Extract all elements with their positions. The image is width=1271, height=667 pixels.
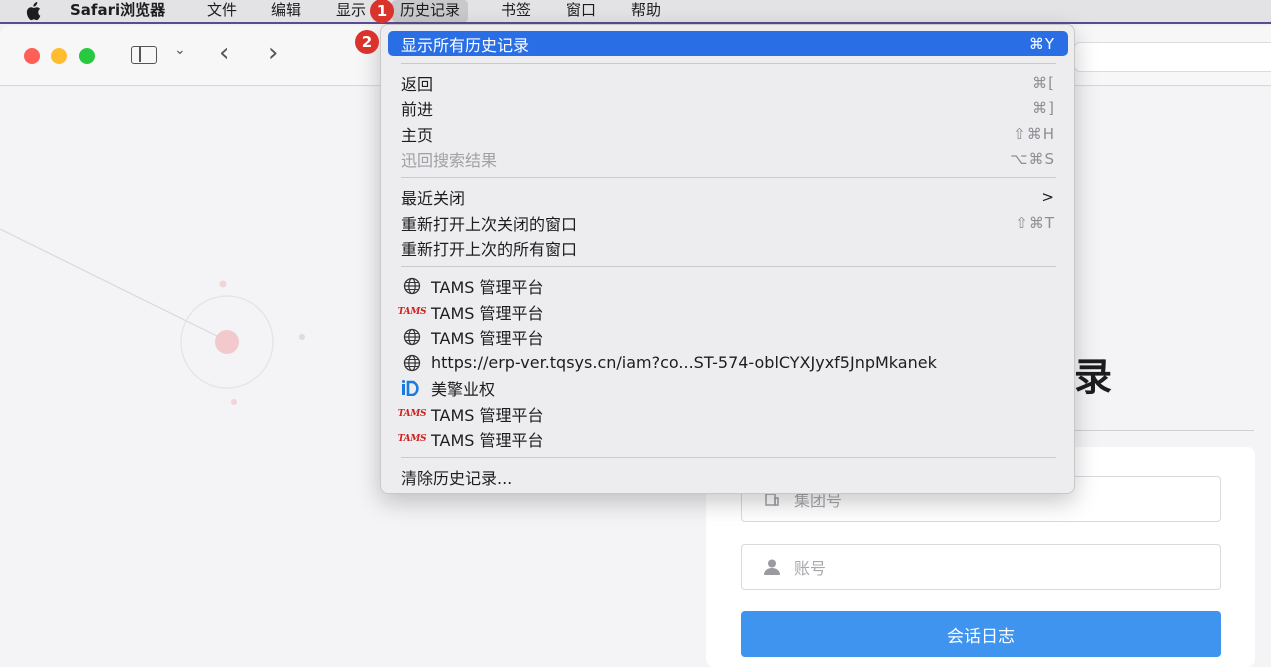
close-window-button[interactable] bbox=[24, 48, 40, 64]
menu-item-reopen-all[interactable]: 重新打开上次的所有窗口 bbox=[388, 235, 1068, 260]
forward-arrow-icon[interactable]: › bbox=[268, 38, 278, 68]
menu-item-clear-history[interactable]: 清除历史记录... bbox=[388, 464, 1068, 489]
menu-item-label: 前进 bbox=[401, 99, 434, 119]
history-entry[interactable]: TAMS TAMS 管理平台 bbox=[388, 401, 1068, 426]
globe-icon bbox=[401, 277, 423, 295]
menu-item-snapback: 迅回搜索结果 ⌥⌘S bbox=[388, 146, 1068, 171]
menu-item-label: 返回 bbox=[401, 74, 434, 94]
history-menu: 显示所有历史记录 ⌘Y 返回 ⌘[ 前进 ⌘] 主页 ⇧⌘H 迅回搜索结果 ⌥⌘… bbox=[380, 24, 1075, 494]
menu-edit[interactable]: 编辑 bbox=[263, 0, 309, 22]
menu-history[interactable]: 历史记录 bbox=[392, 0, 469, 22]
menu-item-recently-closed[interactable]: 最近关闭 > bbox=[388, 184, 1068, 209]
shortcut-label: ⇧⌘T bbox=[1015, 213, 1055, 232]
chevron-down-icon[interactable]: ⌄ bbox=[174, 42, 186, 58]
menu-separator bbox=[401, 457, 1056, 458]
history-entry[interactable]: https://erp-ver.tqsys.cn/iam?co...ST-574… bbox=[388, 350, 1068, 375]
history-entry-label: TAMS 管理平台 bbox=[431, 303, 544, 323]
menu-item-label: 清除历史记录... bbox=[401, 468, 513, 488]
menu-item-home[interactable]: 主页 ⇧⌘H bbox=[388, 121, 1068, 146]
history-entry-label: TAMS 管理平台 bbox=[431, 328, 544, 348]
menu-separator bbox=[401, 63, 1056, 64]
apple-menu-icon[interactable] bbox=[24, 1, 42, 21]
step-badge-1: 1 bbox=[370, 0, 394, 23]
title-divider bbox=[1074, 430, 1254, 431]
step-badge-2: 2 bbox=[355, 30, 379, 54]
user-icon bbox=[762, 558, 782, 576]
menu-window[interactable]: 窗口 bbox=[558, 0, 604, 22]
zoom-window-button[interactable] bbox=[79, 48, 95, 64]
history-entry[interactable]: TAMS 管理平台 bbox=[388, 273, 1068, 298]
globe-icon bbox=[401, 328, 423, 346]
menu-item-reopen-last-closed[interactable]: 重新打开上次关闭的窗口 ⇧⌘T bbox=[388, 210, 1068, 235]
account-field[interactable]: 账号 bbox=[741, 544, 1221, 590]
tams-logo-icon: TAMS bbox=[397, 433, 427, 444]
menu-item-show-all-history[interactable]: 显示所有历史记录 ⌘Y bbox=[388, 31, 1068, 56]
history-entry[interactable]: TAMS 管理平台 bbox=[388, 324, 1068, 349]
menu-separator bbox=[401, 266, 1056, 267]
history-entry[interactable]: 美擎业权 bbox=[388, 375, 1068, 400]
back-arrow-icon[interactable]: ‹ bbox=[219, 38, 229, 68]
menu-view[interactable]: 显示 bbox=[328, 0, 374, 22]
shortcut-label: ⌘] bbox=[1032, 98, 1055, 117]
sidebar-toggle-icon[interactable] bbox=[131, 46, 157, 64]
menu-item-label: 重新打开上次关闭的窗口 bbox=[401, 214, 578, 234]
menu-item-label: 主页 bbox=[401, 125, 434, 145]
history-entry-label: TAMS 管理平台 bbox=[431, 405, 544, 425]
menu-safari[interactable]: Safari浏览器 bbox=[62, 0, 173, 22]
history-entry[interactable]: TAMS TAMS 管理平台 bbox=[388, 299, 1068, 324]
menu-item-label: 重新打开上次的所有窗口 bbox=[401, 239, 578, 259]
history-entry-label: TAMS 管理平台 bbox=[431, 277, 544, 297]
login-submit-button[interactable]: 会话日志 bbox=[741, 611, 1221, 657]
shortcut-label: ⌘[ bbox=[1032, 73, 1055, 92]
account-placeholder: 账号 bbox=[794, 559, 827, 578]
login-title: 录 bbox=[1074, 355, 1113, 399]
menu-separator bbox=[401, 177, 1056, 178]
shortcut-label: ⌥⌘S bbox=[1010, 149, 1055, 168]
history-entry-label: 美擎业权 bbox=[431, 379, 496, 399]
menu-file[interactable]: 文件 bbox=[199, 0, 245, 22]
menu-item-label: 显示所有历史记录 bbox=[401, 35, 530, 55]
tams-logo-icon: TAMS bbox=[397, 306, 427, 317]
history-entry-label: https://erp-ver.tqsys.cn/iam?co...ST-574… bbox=[431, 353, 937, 372]
menu-item-back[interactable]: 返回 ⌘[ bbox=[388, 70, 1068, 95]
shortcut-label: ⇧⌘H bbox=[1013, 124, 1055, 143]
menu-item-label: 最近关闭 bbox=[401, 188, 466, 208]
menu-item-forward[interactable]: 前进 ⌘] bbox=[388, 95, 1068, 120]
menu-bookmarks[interactable]: 书签 bbox=[493, 0, 539, 22]
menu-bar: Safari浏览器 文件 编辑 显示 历史记录 书签 窗口 帮助 bbox=[0, 0, 1271, 24]
address-bar[interactable] bbox=[1074, 42, 1271, 72]
history-entry-label: TAMS 管理平台 bbox=[431, 430, 544, 450]
submenu-arrow-icon: > bbox=[1041, 187, 1055, 206]
menu-item-label: 迅回搜索结果 bbox=[401, 150, 498, 170]
history-entry[interactable]: TAMS TAMS 管理平台 bbox=[388, 426, 1068, 451]
globe-icon bbox=[401, 354, 423, 372]
id-logo-icon bbox=[401, 379, 423, 397]
shortcut-label: ⌘Y bbox=[1028, 34, 1055, 53]
menu-help[interactable]: 帮助 bbox=[623, 0, 669, 22]
tams-logo-icon: TAMS bbox=[397, 408, 427, 419]
minimize-window-button[interactable] bbox=[51, 48, 67, 64]
